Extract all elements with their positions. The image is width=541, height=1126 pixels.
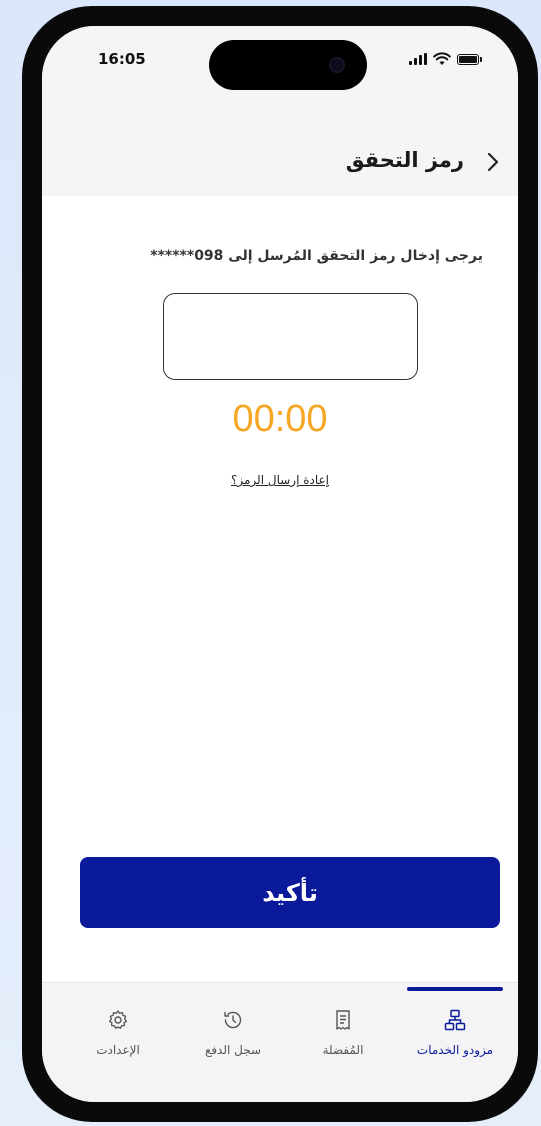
tab-label: الإعدادت	[96, 1043, 140, 1057]
camera-icon	[329, 57, 345, 73]
sitemap-icon	[444, 1009, 466, 1031]
bottom-tab-bar: مزودو الخدمات المُفضلة سجل الدفع الإعداد…	[42, 982, 518, 1102]
battery-tip	[480, 56, 482, 62]
gear-icon	[108, 1010, 128, 1029]
tab-favorites[interactable]: المُفضلة	[293, 1009, 393, 1058]
app-header: رمز التحقق	[42, 122, 518, 196]
page-title: رمز التحقق	[345, 148, 464, 172]
resend-code-link[interactable]: إعادة إرسال الرمز؟	[42, 473, 518, 487]
tab-label: المُفضلة	[322, 1043, 364, 1057]
dynamic-island	[209, 40, 367, 90]
tab-service-providers[interactable]: مزودو الخدمات	[405, 1009, 505, 1058]
history-icon	[224, 1011, 242, 1029]
status-icons	[409, 52, 482, 66]
screen: 16:05 رمز التحقق يرجى إدخال رمز التحقق ا…	[42, 26, 518, 1102]
receipt-icon	[336, 1010, 350, 1030]
tab-label: مزودو الخدمات	[416, 1043, 494, 1057]
tab-payment-history[interactable]: سجل الدفع	[183, 1009, 283, 1058]
status-bar: 16:05	[42, 26, 518, 122]
tab-label: سجل الدفع	[204, 1043, 262, 1057]
wifi-icon	[433, 52, 451, 65]
status-time: 16:05	[98, 50, 146, 68]
tab-settings[interactable]: الإعدادت	[68, 1009, 168, 1058]
phone-frame: 16:05 رمز التحقق يرجى إدخال رمز التحقق ا…	[22, 6, 538, 1122]
active-tab-indicator	[407, 987, 503, 991]
verification-code-input[interactable]	[163, 293, 418, 380]
battery-icon	[457, 53, 479, 65]
countdown-timer: 00:00	[232, 398, 328, 440]
back-chevron-icon[interactable]	[486, 152, 500, 172]
confirm-button[interactable]: تأكيد	[80, 857, 500, 928]
signal-icon	[409, 53, 427, 65]
instruction-text: يرجى إدخال رمز التحقق المُرسل إلى 098***…	[150, 248, 483, 264]
